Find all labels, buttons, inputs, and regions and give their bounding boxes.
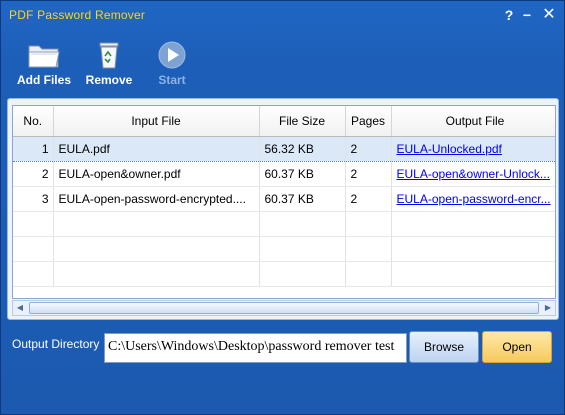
file-size: 56.32 KB: [259, 135, 346, 162]
scroll-right-arrow-icon[interactable]: ▶: [541, 301, 555, 315]
remove-button[interactable]: Remove: [81, 35, 137, 91]
input-file-name: EULA.pdf: [53, 135, 260, 162]
row-number: 1: [13, 135, 54, 162]
play-icon: [158, 41, 186, 69]
page-count: 2: [345, 186, 392, 212]
page-count: 2: [345, 161, 392, 187]
table-row[interactable]: 2 EULA-open&owner.pdf 60.37 KB 2 EULA-op…: [13, 161, 555, 187]
empty-row: [13, 261, 555, 287]
table-header: No. Input File File Size Pages Output Fi…: [13, 106, 555, 137]
row-number: 3: [13, 186, 54, 212]
app-window: PDF Password Remover ? − ✕ Add Files Rem…: [0, 0, 565, 415]
close-button[interactable]: ✕: [539, 5, 559, 25]
minimize-button[interactable]: −: [517, 5, 537, 25]
table-row[interactable]: 3 EULA-open-password-encrypted.... 60.37…: [13, 186, 555, 212]
page-count: 2: [345, 135, 392, 162]
column-header-output-file[interactable]: Output File: [391, 106, 555, 137]
file-list[interactable]: No. Input File File Size Pages Output Fi…: [12, 105, 556, 299]
browse-button[interactable]: Browse: [409, 331, 479, 363]
file-list-panel: No. Input File File Size Pages Output Fi…: [7, 98, 559, 320]
file-size: 60.37 KB: [259, 161, 346, 187]
remove-label: Remove: [85, 73, 133, 87]
output-file-link[interactable]: EULA-open-password-encr...: [397, 192, 551, 206]
recycle-bin-icon: [99, 42, 119, 69]
column-header-file-size[interactable]: File Size: [259, 106, 346, 137]
window-title: PDF Password Remover: [9, 8, 146, 22]
file-table: No. Input File File Size Pages Output Fi…: [13, 106, 555, 287]
start-button[interactable]: Start: [149, 35, 195, 91]
column-header-no[interactable]: No.: [13, 106, 54, 137]
input-file-name: EULA-open-password-encrypted....: [53, 186, 260, 212]
output-directory-label: Output Directory: [12, 337, 100, 351]
add-files-button[interactable]: Add Files: [15, 35, 73, 91]
folder-icon: [28, 45, 60, 68]
output-file-link[interactable]: EULA-Unlocked.pdf: [397, 142, 502, 156]
toolbar: Add Files Remove Start: [1, 35, 564, 91]
empty-row: [13, 211, 555, 237]
input-file-name: EULA-open&owner.pdf: [53, 161, 260, 187]
file-size: 60.37 KB: [259, 186, 346, 212]
help-button[interactable]: ?: [499, 5, 519, 25]
column-header-input-file[interactable]: Input File: [53, 106, 260, 137]
horizontal-scrollbar[interactable]: ◀ ▶: [12, 300, 556, 316]
output-directory-field[interactable]: C:\Users\Windows\Desktop\password remove…: [104, 333, 407, 363]
row-number: 2: [13, 161, 54, 187]
scrollbar-thumb[interactable]: [29, 302, 539, 314]
start-label: Start: [158, 73, 186, 87]
empty-row: [13, 236, 555, 262]
column-header-pages[interactable]: Pages: [345, 106, 392, 137]
open-button[interactable]: Open: [482, 331, 552, 363]
scroll-left-arrow-icon[interactable]: ◀: [13, 301, 27, 315]
table-row[interactable]: 1 EULA.pdf 56.32 KB 2 EULA-Unlocked.pdf: [13, 135, 555, 162]
add-files-label: Add Files: [16, 73, 71, 87]
output-file-link[interactable]: EULA-open&owner-Unlock...: [397, 167, 550, 181]
title-bar[interactable]: PDF Password Remover ? − ✕: [1, 1, 564, 31]
